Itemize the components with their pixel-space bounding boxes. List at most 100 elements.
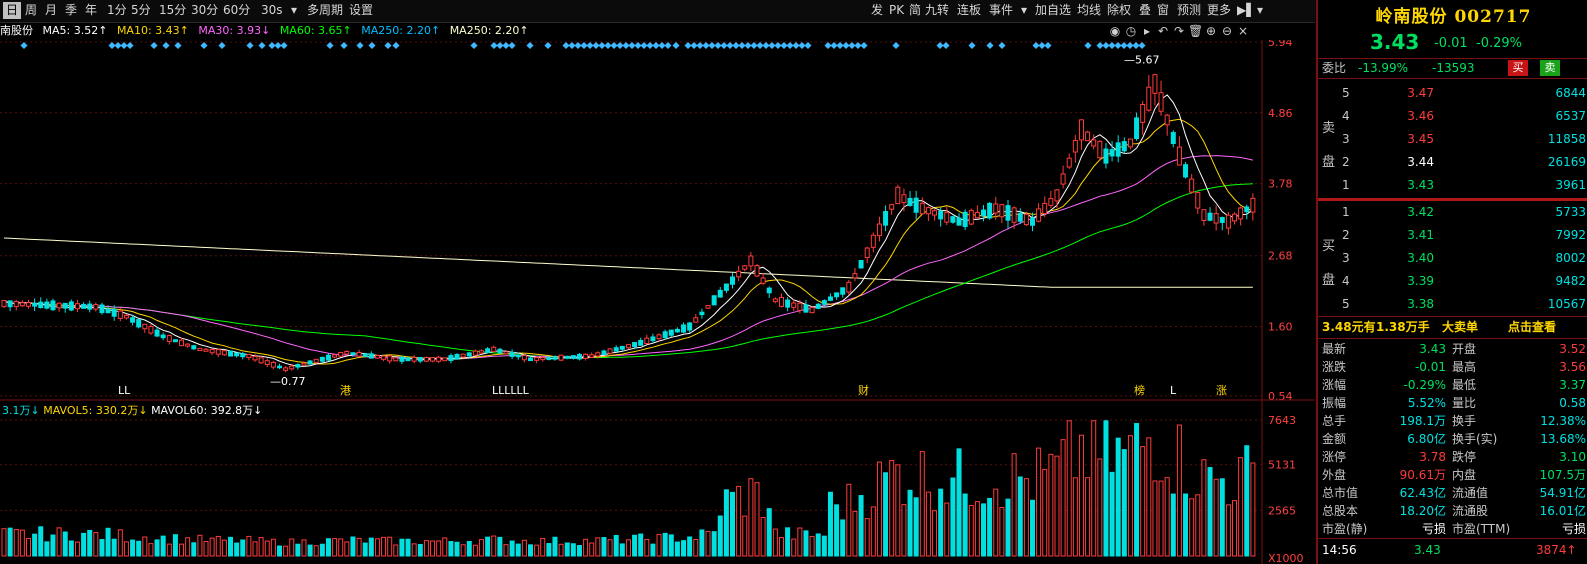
candle-body (797, 302, 803, 311)
period-7-button[interactable]: 15分 (156, 2, 189, 19)
volume-bar (442, 537, 448, 557)
period-10-button[interactable]: 30s (258, 2, 286, 19)
volume-bar (503, 544, 509, 557)
tool-1-button[interactable]: PK (886, 2, 907, 19)
candle-body (485, 348, 491, 354)
tool-8-button[interactable]: 均线 (1074, 2, 1104, 19)
period-5-button[interactable]: 1分 (104, 2, 130, 19)
price-tick-label: 1.60 (1268, 321, 1293, 334)
candle-body (552, 356, 558, 360)
ask-level[interactable]: 3 3.45 11858 (1318, 130, 1587, 148)
stat-value: 12.38% (1540, 414, 1586, 428)
stock-title: 岭南股份 002717 (1375, 7, 1532, 27)
stat-row: 金额 6.80亿 换手(实) 13.68% (1318, 430, 1587, 448)
bid-level[interactable]: 4 3.39 9482 (1318, 272, 1587, 290)
tool-6-button[interactable]: ▾ (1018, 2, 1030, 19)
volume-bar (1225, 504, 1231, 557)
ask-price: 3.45 (1407, 132, 1434, 146)
volume-bar (515, 543, 521, 557)
period-12-button[interactable]: 多周期 (304, 2, 346, 19)
candle-body (399, 356, 405, 362)
candle-body (1238, 207, 1244, 220)
candle-body (264, 360, 270, 365)
volume-bar (197, 534, 203, 557)
candle-body (1244, 206, 1250, 213)
period-3-button[interactable]: 季 (62, 2, 80, 19)
period-8-button[interactable]: 30分 (188, 2, 221, 19)
stat-row: 总市值 62.43亿 流通值 54.91亿 (1318, 484, 1587, 502)
tool-11-button[interactable]: 窗 (1154, 2, 1172, 19)
volume-bar (448, 541, 454, 557)
ask-level[interactable]: 2 3.44 26169 (1318, 153, 1587, 171)
tool-15-button[interactable]: ▾ (1254, 2, 1266, 19)
period-6-button[interactable]: 5分 (128, 2, 154, 19)
stat-label: 跌停 (1452, 450, 1477, 464)
period-11-button[interactable]: ▾ (288, 2, 300, 19)
period-1-button[interactable]: 周 (22, 2, 40, 19)
ask-level[interactable]: 5 3.47 6844 (1318, 84, 1587, 102)
volume-bar (1170, 493, 1176, 557)
signal-diamond (368, 41, 376, 50)
volume-bar (791, 538, 797, 557)
sell-button[interactable]: 卖 (1540, 60, 1560, 76)
volume-bar (1158, 480, 1164, 557)
bid-level[interactable]: 5 3.38 10567 (1318, 295, 1587, 313)
bid-level[interactable]: 3 3.40 8002 (1318, 249, 1587, 267)
signal-diamond (526, 41, 534, 50)
volume-bar (564, 542, 570, 557)
period-0-button[interactable]: 日 (3, 2, 22, 19)
period-9-button[interactable]: 60分 (220, 2, 253, 19)
candle-body (723, 283, 729, 291)
big-order-row[interactable]: 3.48元有 1.38万手 大卖单 点击查看 (1318, 318, 1587, 336)
stat-value: 16.01亿 (1539, 504, 1586, 518)
candle-body (258, 357, 264, 364)
candle-body (381, 355, 387, 360)
stat-value: -0.29% (1403, 378, 1446, 392)
ask-level[interactable]: 1 3.43 3961 (1318, 176, 1587, 194)
volume-bar (772, 528, 778, 557)
volume-bar (252, 541, 258, 557)
ask-level[interactable]: 4 3.46 6537 (1318, 107, 1587, 125)
tool-10-button[interactable]: 叠 (1136, 2, 1154, 19)
kline-chart[interactable]: 5.94 4.86 3.78 2.68 1.60 0.54 7643 5131 2565 X100… (0, 40, 1315, 564)
stat-value: 5.52% (1407, 396, 1446, 410)
volume-bar (423, 540, 429, 557)
volume-bar (570, 543, 576, 557)
tool-13-button[interactable]: 更多 (1204, 2, 1234, 19)
play-icon[interactable]: ▸ (1140, 24, 1154, 38)
volume-bar (552, 536, 558, 557)
candle-body (1164, 114, 1170, 126)
bid-level[interactable]: 1 3.42 5733 (1318, 203, 1587, 221)
zoom-out-icon[interactable]: ⊖ (1220, 24, 1234, 38)
close-icon[interactable]: × (1236, 24, 1250, 38)
period-2-button[interactable]: 月 (42, 2, 60, 19)
undo-icon[interactable]: ↶ (1156, 24, 1170, 38)
signal-diamond (126, 41, 134, 50)
period-4-button[interactable]: 年 (82, 2, 100, 19)
tool-0-button[interactable]: 发 (868, 2, 886, 19)
volume-bar (509, 540, 515, 557)
tool-4-button[interactable]: 连板 (954, 2, 984, 19)
volume-bar (387, 536, 393, 557)
tool-5-button[interactable]: 事件 (986, 2, 1016, 19)
tool-9-button[interactable]: 除权 (1104, 2, 1134, 19)
volume-bar (650, 543, 656, 557)
trash-icon[interactable]: 🗑 (1188, 24, 1203, 38)
candle-body (1140, 104, 1146, 123)
buy-button[interactable]: 买 (1508, 60, 1528, 76)
candle-body (1225, 214, 1231, 229)
clock-icon[interactable]: ◷ (1124, 24, 1138, 38)
bid-level[interactable]: 2 3.41 7992 (1318, 226, 1587, 244)
period-13-button[interactable]: 设置 (346, 2, 376, 19)
volume-bar (950, 477, 956, 557)
zoom-in-icon[interactable]: ⊕ (1204, 24, 1218, 38)
tool-3-button[interactable]: 九转 (922, 2, 952, 19)
redo-icon[interactable]: ↷ (1172, 24, 1186, 38)
stat-value: 107.5万 (1539, 468, 1586, 482)
tool-12-button[interactable]: 预测 (1174, 2, 1204, 19)
tool-7-button[interactable]: 加自选 (1032, 2, 1074, 19)
volume-bar (368, 537, 374, 557)
eye-icon[interactable]: ◉ (1108, 24, 1122, 38)
candle-body (50, 300, 56, 311)
candle-body (454, 353, 460, 360)
